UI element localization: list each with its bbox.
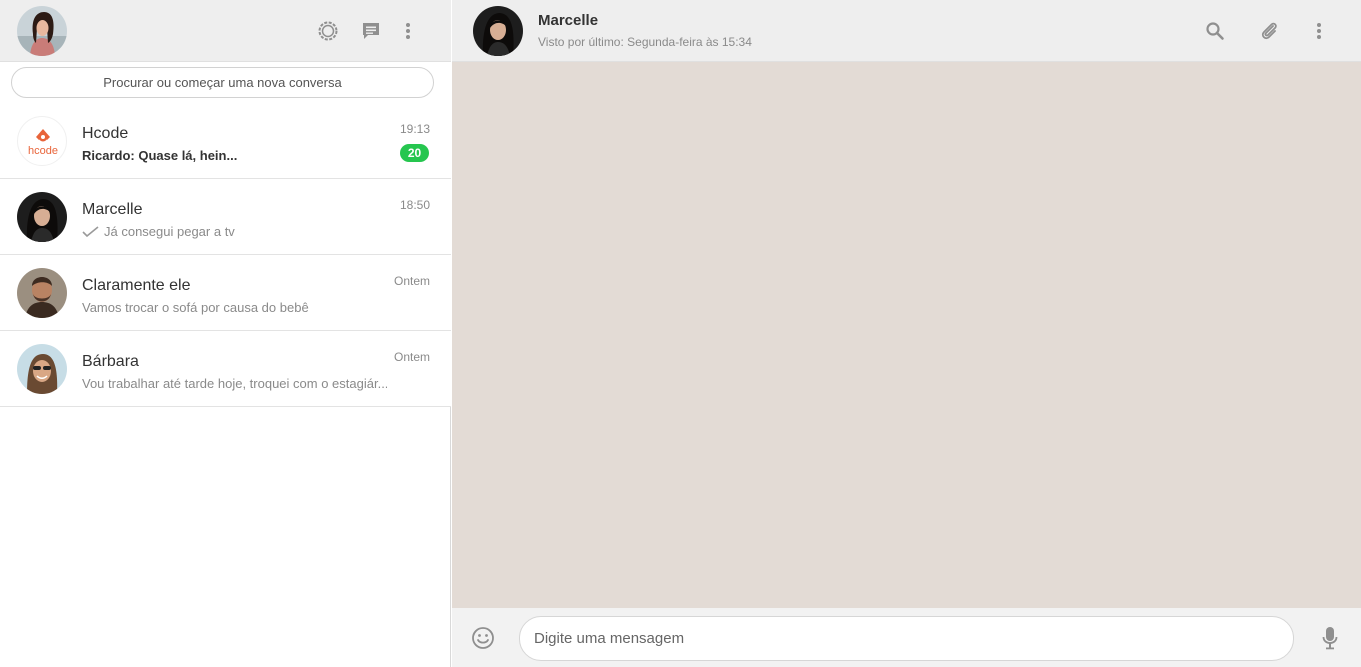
chat-time: 18:50 bbox=[399, 198, 430, 212]
microphone-icon[interactable] bbox=[1318, 625, 1342, 651]
chat-time: 19:13 bbox=[399, 122, 430, 136]
chat-name: Bárbara bbox=[82, 353, 139, 370]
paperclip-icon[interactable] bbox=[1256, 18, 1282, 44]
chat-item-hcode[interactable]: hcode Hcode 19:13 Ricardo: Quase lá, hei… bbox=[0, 103, 451, 179]
chat-name: Hcode bbox=[82, 125, 129, 142]
chat-preview: Vou trabalhar até tarde hoje, troquei co… bbox=[82, 376, 387, 391]
search-icon[interactable] bbox=[1202, 18, 1228, 44]
search-input[interactable]: Procurar ou começar uma nova conversa bbox=[11, 67, 434, 98]
chat-preview: Já consegui pegar a tv bbox=[82, 224, 235, 239]
chat-item-claramente-ele[interactable]: Claramente ele Ontem Vamos trocar o sofá… bbox=[0, 255, 451, 331]
message-input[interactable] bbox=[519, 616, 1294, 661]
my-avatar[interactable] bbox=[17, 6, 67, 56]
unread-badge: 20 bbox=[400, 144, 429, 162]
new-chat-icon[interactable] bbox=[358, 18, 384, 44]
chat-list: hcode Hcode 19:13 Ricardo: Quase lá, hei… bbox=[0, 103, 451, 407]
conversation-pane: Marcelle Visto por último: Segunda-feira… bbox=[452, 0, 1361, 667]
menu-icon[interactable] bbox=[395, 18, 421, 44]
check-icon bbox=[82, 226, 99, 237]
avatar bbox=[17, 192, 67, 242]
contact-name[interactable]: Marcelle bbox=[538, 12, 598, 29]
composer bbox=[452, 608, 1361, 667]
search-bar: Procurar ou começar uma nova conversa bbox=[0, 62, 451, 103]
chat-preview-text: Já consegui pegar a tv bbox=[104, 224, 235, 239]
avatar bbox=[17, 268, 67, 318]
conversation-header: Marcelle Visto por último: Segunda-feira… bbox=[452, 0, 1361, 62]
chat-preview: Ricardo: Quase lá, hein... bbox=[82, 148, 238, 163]
hcode-logo: hcode bbox=[17, 116, 67, 166]
chat-time: Ontem bbox=[393, 350, 430, 364]
chat-preview: Vamos trocar o sofá por causa do bebê bbox=[82, 300, 309, 315]
messages-area[interactable] bbox=[452, 62, 1361, 608]
chat-item-marcelle[interactable]: Marcelle 18:50 Já consegui pegar a tv bbox=[0, 179, 451, 255]
sidebar-header bbox=[0, 0, 451, 62]
status-ring-icon[interactable] bbox=[315, 18, 341, 44]
avatar bbox=[17, 344, 67, 394]
hcode-logo-text: hcode bbox=[28, 145, 58, 157]
smiley-icon[interactable] bbox=[470, 625, 496, 651]
contact-last-seen: Visto por último: Segunda-feira às 15:34 bbox=[538, 35, 752, 49]
chat-time: Ontem bbox=[393, 274, 430, 288]
contact-avatar[interactable] bbox=[473, 6, 523, 56]
chat-name: Claramente ele bbox=[82, 277, 191, 294]
menu-icon[interactable] bbox=[1306, 18, 1332, 44]
chat-item-barbara[interactable]: Bárbara Ontem Vou trabalhar até tarde ho… bbox=[0, 331, 451, 407]
chat-name: Marcelle bbox=[82, 201, 143, 218]
sidebar: Procurar ou começar uma nova conversa hc… bbox=[0, 0, 451, 667]
